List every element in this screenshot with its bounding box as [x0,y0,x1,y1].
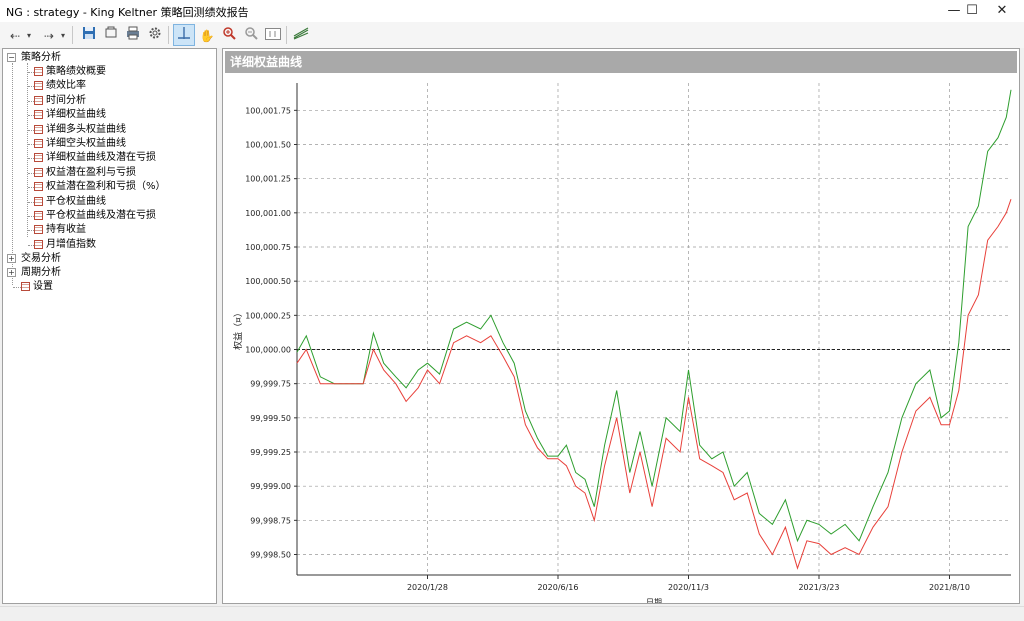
crosshair-icon[interactable] [173,24,195,46]
x-tick-label: 2020/1/28 [407,583,448,592]
chart-icon [34,124,43,134]
tree-label: 交易分析 [21,253,61,264]
tree-label: 时间分析 [46,94,86,106]
settings-icon[interactable] [144,24,166,46]
app-window: NG : strategy - King Keltner 策略回测绩效报告 — … [0,0,1024,621]
y-tick-label: 100,000.00 [245,346,291,355]
y-tick-label: 99,999.00 [250,482,291,491]
tree-label: 设置 [33,281,53,292]
x-tick-label: 2020/11/3 [668,583,709,592]
chart-icon [34,139,43,148]
hand-icon[interactable]: ✋ [196,24,218,46]
table-icon [34,95,43,105]
close-button[interactable]: ✕ [980,0,1024,22]
chart-style-icon[interactable] [290,24,312,46]
tree-connector [27,63,28,237]
y-tick-label: 99,998.75 [250,516,291,525]
y-tick-label: 100,000.25 [245,311,291,320]
chart-icon [34,211,43,220]
toolbar: ⇠ ▾ ⇢ ▾ ✋ [0,22,1024,48]
grid-icon [21,282,30,291]
toolbar-separator [72,26,73,44]
table-icon [34,81,43,91]
tree-label: 平仓权益曲线及潜在亏损 [46,210,156,221]
chart-icon [34,196,43,206]
tree-label: 详细权益曲线及潜在亏损 [46,152,156,164]
tree-connector [12,63,13,285]
y-axis-label: 权益（¤） [232,308,244,350]
y-tick-label: 99,999.50 [250,414,291,423]
equity-chart[interactable]: 99,998.50 99,998.75 99,999.00 99,999.25 99,9… [225,75,1017,603]
back-dropdown-icon[interactable]: ▾ [22,24,36,46]
y-tick-label: 100,000.75 [245,243,291,252]
tree-label: 详细权益曲线 [46,109,106,121]
tree-label: 策略分析 [21,52,61,63]
chart-icon [34,110,43,120]
x-tick-label: 2021/3/23 [798,583,839,592]
toolbar-separator [168,26,169,44]
y-tick-label: 99,999.25 [250,448,291,457]
tree-label: 权益潜在盈利和亏损（%） [46,181,166,193]
tree-connector [13,287,21,288]
open-icon[interactable] [100,24,122,46]
window-title: NG : strategy - King Keltner 策略回测绩效报告 [6,6,249,19]
y-tick-label: 99,999.75 [250,380,291,389]
tree-label: 权益潜在盈利与亏损 [46,166,136,178]
tree-label: 周期分析 [21,267,61,278]
tree-label: 详细多头权益曲线 [46,123,126,135]
expand-icon[interactable]: + [7,254,16,263]
save-icon[interactable] [78,24,100,46]
y-tick-label: 100,001.75 [245,106,291,115]
y-tick-label: 99,998.50 [250,551,291,560]
tree-label: 平仓权益曲线 [46,195,106,207]
report-panel: 详细权益曲线 99,998.50 99,998.75 99,999.00 99,999… [222,48,1020,604]
zoom-out-icon[interactable] [240,24,262,46]
collapse-icon[interactable]: − [7,53,16,62]
chart-icon [34,182,43,192]
chart-icon [34,167,43,177]
tree-label: 绩效比率 [46,80,86,92]
y-tick-label: 100,001.50 [245,141,291,150]
table-icon [34,67,43,76]
y-tick-label: 100,001.00 [245,209,291,218]
forward-dropdown-icon[interactable]: ▾ [56,24,70,46]
fit-icon[interactable] [262,24,284,46]
print-icon[interactable] [122,24,144,46]
x-tick-label: 2021/8/10 [929,583,970,592]
tree-label: 持有收益 [46,224,86,236]
tree-label: 策略绩效概要 [46,66,106,77]
y-tick-label: 100,000.50 [245,277,291,286]
y-tick-label: 100,001.25 [245,175,291,184]
toolbar-separator [286,26,287,44]
expand-icon[interactable]: + [7,268,16,277]
chart-icon [34,153,43,163]
status-bar [0,606,1024,621]
tree-label: 月增值指数 [46,238,96,250]
zoom-in-icon[interactable] [218,24,240,46]
chart-icon [34,225,43,235]
x-tick-label: 2020/6/16 [537,583,578,592]
chart-icon [34,239,43,249]
navigation-tree: − 策略分析 策略绩效概要 绩效比率时间分析详细权益曲线详细多头权益曲线 详细空头权… [2,48,217,604]
x-axis-label: 日期 [646,598,662,603]
panel-title: 详细权益曲线 [225,51,1017,73]
tree-label: 详细空头权益曲线 [46,138,126,149]
title-bar: NG : strategy - King Keltner 策略回测绩效报告 — … [0,0,1024,22]
plot-area [297,83,1011,575]
